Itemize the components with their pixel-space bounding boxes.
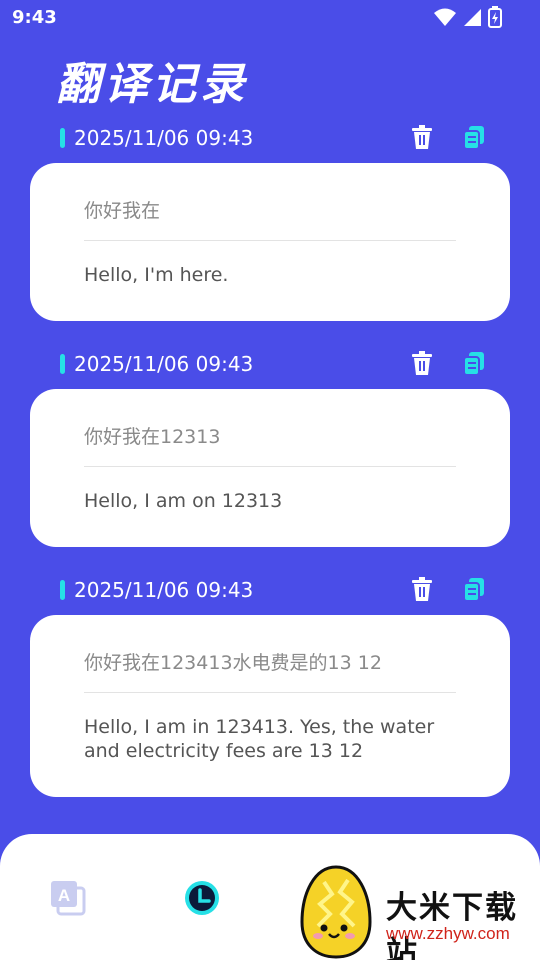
record-header: 2025/11/06 09:43 (60, 350, 500, 378)
translation-text: Hello, I'm here. (84, 264, 229, 286)
record-card[interactable]: 你好我在 Hello, I'm here. (30, 163, 510, 321)
watermark-text: 大米下载站 (386, 890, 518, 960)
battery-icon (488, 6, 502, 28)
accent-bar (60, 354, 65, 374)
record-header: 2025/11/06 09:43 (60, 124, 500, 152)
clock-icon[interactable] (184, 880, 220, 916)
source-text: 你好我在12313 (84, 426, 221, 448)
trash-icon[interactable] (410, 350, 434, 376)
wifi-icon (434, 8, 456, 26)
divider (84, 692, 456, 693)
copy-icon[interactable] (462, 124, 486, 150)
translation-text: Hello, I am in 123413. Yes, the water an… (84, 716, 435, 762)
source-text: 你好我在123413水电费是的13 12 (84, 652, 382, 674)
record-card[interactable]: 你好我在123413水电费是的13 12 Hello, I am in 1234… (30, 615, 510, 797)
status-time: 9:43 (12, 7, 57, 28)
divider (84, 466, 456, 467)
watermark-url: www.zzhyw.com (386, 924, 510, 943)
record-date: 2025/11/06 09:43 (74, 126, 254, 150)
divider (84, 240, 456, 241)
accent-bar (60, 580, 65, 600)
accent-bar (60, 128, 65, 148)
svg-text:A: A (58, 886, 70, 905)
status-icons (434, 6, 502, 28)
page-title: 翻译记录 (56, 59, 248, 110)
rice-mascot-logo (300, 865, 372, 959)
trash-icon[interactable] (410, 124, 434, 150)
record-date: 2025/11/06 09:43 (74, 578, 254, 602)
source-text: 你好我在 (84, 200, 161, 222)
watermark: 大米下载站 www.zzhyw.com (296, 864, 540, 960)
record-date: 2025/11/06 09:43 (74, 352, 254, 376)
copy-icon[interactable] (462, 576, 486, 602)
record-header: 2025/11/06 09:43 (60, 576, 500, 604)
record-card[interactable]: 你好我在12313 Hello, I am on 12313 (30, 389, 510, 547)
trash-icon[interactable] (410, 576, 434, 602)
translate-icon[interactable]: A (50, 880, 86, 916)
signal-icon (464, 9, 481, 26)
copy-icon[interactable] (462, 350, 486, 376)
translation-text: Hello, I am on 12313 (84, 490, 283, 512)
status-bar: 9:43 (0, 0, 540, 36)
bottom-nav: A 大米下载站 www.zzhyw.com (0, 834, 540, 960)
